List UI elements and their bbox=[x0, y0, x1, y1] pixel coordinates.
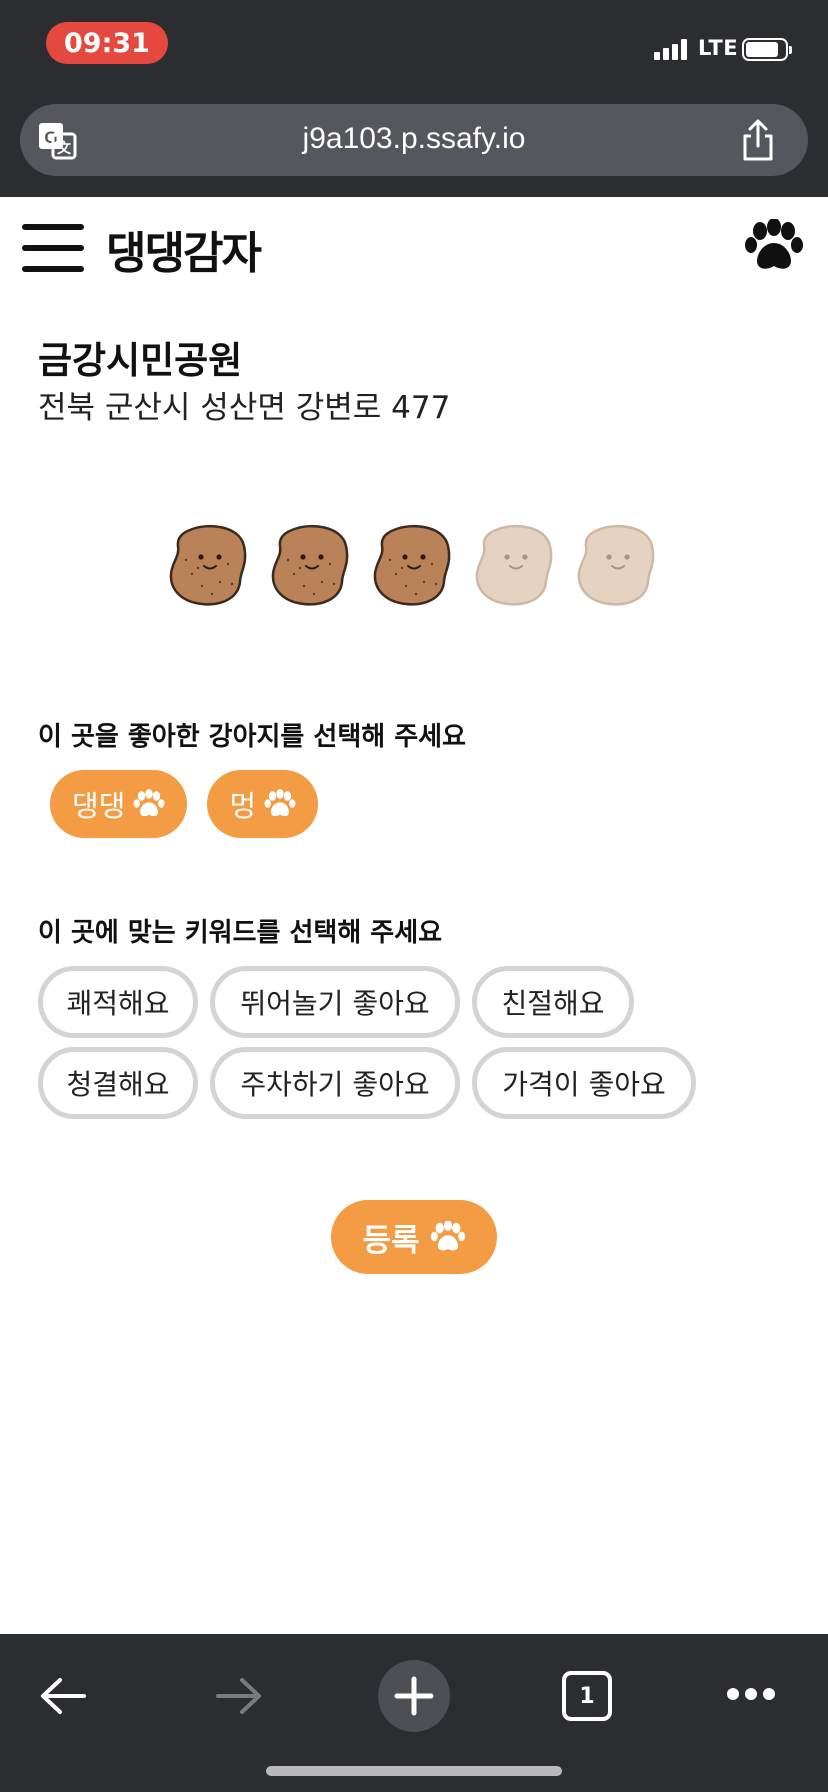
share-icon[interactable] bbox=[738, 118, 778, 162]
dog-chip-list: 댕댕 멍 bbox=[50, 770, 319, 838]
potato-filled-icon[interactable] bbox=[168, 524, 248, 608]
potato-filled-icon[interactable] bbox=[372, 524, 452, 608]
url-text[interactable]: j9a103.p.ssafy.io bbox=[20, 122, 808, 156]
paw-icon[interactable] bbox=[744, 219, 804, 273]
keyword-chip-row: 쾌적해요 뛰어놀기 좋아요 친절해요 bbox=[38, 966, 634, 1038]
potato-empty-icon[interactable] bbox=[474, 524, 554, 608]
network-label: LTE bbox=[698, 36, 739, 60]
app-header: 댕댕감자 bbox=[0, 197, 828, 297]
keyword-chip[interactable]: 뛰어놀기 좋아요 bbox=[210, 966, 460, 1038]
keyword-chip[interactable]: 쾌적해요 bbox=[38, 966, 198, 1038]
tab-count-button[interactable]: 1 bbox=[562, 1671, 612, 1721]
back-arrow-icon[interactable] bbox=[38, 1676, 88, 1716]
place-name: 금강시민공원 bbox=[38, 339, 243, 382]
forward-arrow-icon[interactable] bbox=[214, 1676, 264, 1716]
dog-chip-label: 멍 bbox=[229, 789, 257, 823]
keyword-chip-row: 청결해요 주차하기 좋아요 가격이 좋아요 bbox=[38, 1047, 696, 1119]
keyword-chip[interactable]: 주차하기 좋아요 bbox=[210, 1047, 460, 1119]
keyword-chip[interactable]: 친절해요 bbox=[472, 966, 634, 1038]
signal-icon bbox=[654, 38, 687, 60]
paw-icon bbox=[133, 789, 165, 817]
paw-icon bbox=[264, 789, 296, 817]
keyword-chip[interactable]: 청결해요 bbox=[38, 1047, 198, 1119]
url-bar[interactable]: G 文 j9a103.p.ssafy.io bbox=[20, 104, 808, 176]
battery-icon bbox=[742, 38, 792, 61]
dog-chip-label: 댕댕 bbox=[72, 789, 126, 823]
potato-rating[interactable] bbox=[168, 524, 656, 608]
dog-section-title: 이 곳을 좋아한 강아지를 선택해 주세요 bbox=[38, 722, 466, 752]
submit-button[interactable]: 등록 bbox=[331, 1200, 497, 1274]
new-tab-icon[interactable] bbox=[378, 1660, 450, 1732]
browser-top-bar: 09:31 LTE G 文 j9a103.p.ssafy.io bbox=[0, 0, 828, 197]
keyword-chip[interactable]: 가격이 좋아요 bbox=[472, 1047, 696, 1119]
dog-chip[interactable]: 멍 bbox=[207, 770, 319, 838]
potato-empty-icon[interactable] bbox=[576, 524, 656, 608]
keyword-section-title: 이 곳에 맞는 키워드를 선택해 주세요 bbox=[38, 918, 443, 948]
home-indicator bbox=[266, 1766, 562, 1776]
paw-icon bbox=[430, 1221, 465, 1251]
status-time: 09:31 bbox=[46, 22, 168, 64]
dog-chip[interactable]: 댕댕 bbox=[50, 770, 188, 838]
place-address: 전북 군산시 성산면 강변로 477 bbox=[38, 390, 451, 426]
menu-icon[interactable] bbox=[22, 224, 84, 272]
screen: 09:31 LTE G 文 j9a103.p.ssafy.io 댕댕감자 금강시… bbox=[0, 0, 828, 1792]
potato-filled-icon[interactable] bbox=[270, 524, 350, 608]
submit-label: 등록 bbox=[362, 1222, 420, 1259]
more-icon[interactable] bbox=[726, 1686, 776, 1702]
brand-logo[interactable]: 댕댕감자 bbox=[106, 217, 262, 281]
